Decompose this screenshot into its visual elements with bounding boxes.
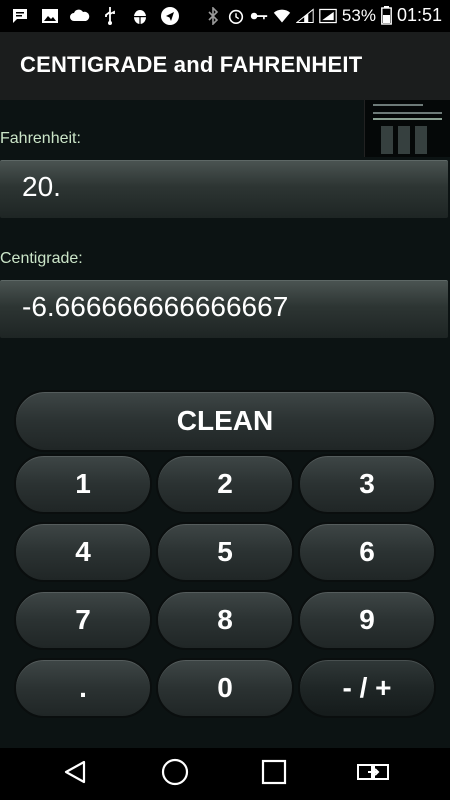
key-6[interactable]: 6 — [298, 522, 436, 582]
clean-button[interactable]: CLEAN — [14, 390, 436, 452]
app-title: CENTIGRADE and FAHRENHEIT — [20, 52, 363, 77]
message-icon — [10, 6, 30, 26]
signal-icon — [295, 6, 314, 26]
key-9[interactable]: 9 — [298, 590, 436, 650]
key-3[interactable]: 3 — [298, 454, 436, 514]
signal-strength-icon — [319, 6, 337, 26]
wifi-icon — [273, 6, 291, 26]
main-content: Fahrenheit: 20. Centigrade: -6.666666666… — [0, 100, 450, 748]
key-8[interactable]: 8 — [156, 590, 294, 650]
key-4[interactable]: 4 — [14, 522, 152, 582]
key-5[interactable]: 5 — [156, 522, 294, 582]
battery-percent: 53% — [341, 5, 376, 25]
home-button[interactable] — [155, 756, 195, 792]
navigation-icon — [160, 6, 180, 26]
key-2[interactable]: 2 — [156, 454, 294, 514]
sign-toggle-button[interactable]: - / + — [298, 658, 436, 718]
alarm-icon — [227, 6, 245, 26]
navigation-bar — [0, 748, 450, 800]
key-0[interactable]: 0 — [156, 658, 294, 718]
app-preview-thumbnail — [364, 100, 450, 157]
centigrade-field[interactable]: -6.666666666666667 — [0, 280, 448, 338]
fahrenheit-value: 20. — [22, 171, 61, 202]
centigrade-value: -6.666666666666667 — [22, 291, 289, 322]
action-bar: CENTIGRADE and FAHRENHEIT — [0, 32, 450, 100]
back-icon — [62, 759, 88, 790]
battery-icon — [381, 6, 392, 26]
key-decimal[interactable]: . — [14, 658, 152, 718]
key-1[interactable]: 1 — [14, 454, 152, 514]
key-icon — [250, 6, 268, 26]
usb-icon — [100, 6, 120, 26]
cloud-icon — [70, 6, 90, 26]
centigrade-label: Centigrade: — [0, 250, 83, 267]
status-bar: 53% 01:51 — [0, 0, 450, 32]
gallery-icon — [40, 6, 60, 26]
fahrenheit-label: Fahrenheit: — [0, 130, 81, 147]
bluetooth-icon — [204, 6, 222, 26]
switch-apps-icon — [356, 759, 390, 790]
android-debug-icon — [130, 6, 150, 26]
switch-apps-button[interactable] — [353, 756, 393, 792]
clock: 01:51 — [396, 5, 442, 25]
recents-icon — [261, 759, 287, 790]
home-icon — [161, 758, 189, 791]
back-button[interactable] — [55, 756, 95, 792]
recents-button[interactable] — [254, 756, 294, 792]
key-7[interactable]: 7 — [14, 590, 152, 650]
fahrenheit-field[interactable]: 20. — [0, 160, 448, 218]
